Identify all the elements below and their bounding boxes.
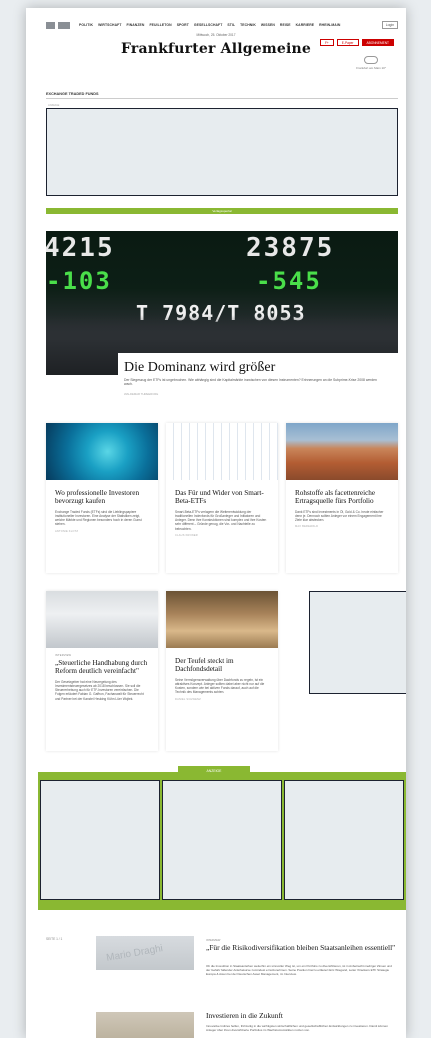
ad-label: ANZEIGE (48, 104, 60, 107)
date-line: Mittwoch, 25. Oktober 2017 (196, 33, 236, 37)
list-item-title[interactable]: Investieren in die Zukunft (206, 1011, 396, 1021)
nav-item-rhein-main[interactable]: RHEIN-MAIN (319, 23, 340, 27)
header-buttons: F+ E-Paper ABONNEMENT (319, 39, 394, 46)
card-author: MAX BEREWALD (295, 525, 319, 529)
nav-item-sport[interactable]: SPORT (177, 23, 189, 27)
nav-item-karriere[interactable]: KARRIERE (296, 23, 315, 27)
login-button[interactable]: Login (381, 21, 398, 29)
nav-item-gesellschaft[interactable]: GESELLSCHAFT (194, 23, 223, 27)
card-text: Seine Vermögensverwaltung über Dachfonds… (175, 677, 265, 695)
fplus-button[interactable]: F+ (319, 39, 334, 46)
card-author: ANTONIE KLOTZ (55, 529, 79, 533)
ad-slot[interactable] (284, 780, 404, 900)
section-title: EXCHANGE TRADED FUNDS (46, 92, 99, 96)
hero-teaser: Der Siegeszug der ETFs ist ungebrochen. … (124, 378, 377, 387)
list-item-title[interactable]: „Für die Risikodiversifikation bleiben S… (206, 943, 396, 953)
nav-item-finanzen[interactable]: FINANZEN (127, 23, 145, 27)
hero-author: WALDEMAR THREERCRE (124, 392, 159, 396)
nav-item-technik[interactable]: TECHNIK (240, 23, 256, 27)
ad-strip-label: ANZEIGE (178, 766, 250, 776)
article-card[interactable]: Das Für und Wider von Smart-Beta-ETFs Sm… (166, 423, 278, 573)
globe-image (46, 423, 158, 480)
article-card[interactable]: Der Teufel steckt im Dachfondsdetail Sei… (166, 591, 278, 751)
ticker-number: 4215 (46, 233, 115, 263)
nav-item-politik[interactable]: POLITIK (79, 23, 93, 27)
nav-item-wissen[interactable]: WISSEN (261, 23, 275, 27)
card-title[interactable]: „Steuerliche Handhabung durch Reform deu… (55, 659, 149, 676)
subscribe-button[interactable]: ABONNEMENT (361, 39, 394, 46)
card-text: Smart-Beta-ETFs verlagern die Weiterentw… (175, 509, 267, 531)
office-image (46, 591, 158, 648)
card-title[interactable]: Wo professionelle Investoren bevorzugt k… (55, 489, 149, 506)
card-title[interactable]: Rohstoffe als facettenreiche Ertragsquel… (295, 489, 389, 506)
list-item-text: Innovative Indizes helfen, frühzeitig in… (206, 1024, 388, 1033)
money-image (166, 591, 278, 648)
epaper-button[interactable]: E-Paper (336, 39, 359, 46)
nav-item-feuilleton[interactable]: FEUILLETON (149, 23, 171, 27)
mine-image (286, 423, 398, 480)
article-card[interactable]: Wo professionelle Investoren bevorzugt k… (46, 423, 158, 573)
draghi-thumbnail[interactable]: Mario Draghi (96, 936, 194, 970)
nav-item-stil[interactable]: STIL (227, 23, 235, 27)
ad-slot[interactable] (162, 780, 282, 900)
people-thumbnail[interactable] (96, 1012, 194, 1038)
list-item-text: Ob die Investition in Staatsanleihen wei… (206, 964, 392, 977)
article-card[interactable]: INTERVIEW „Steuerliche Handhabung durch … (46, 591, 158, 751)
pager[interactable]: SEITE 1 / 1 (46, 937, 62, 941)
ad-slot[interactable] (40, 780, 160, 900)
menu-icon[interactable] (46, 21, 55, 29)
ticker-number: -545 (256, 267, 322, 295)
divider (46, 98, 398, 99)
list-item-tag: INTERVIEW (206, 939, 221, 942)
card-text: Exchange Traded Funds (ETFs) sind die Li… (55, 509, 142, 527)
card-text: Dank ETFs sind Investments in Öl, Gold &… (295, 509, 384, 523)
nav-item-reise[interactable]: REISE (280, 23, 291, 27)
ad-banner[interactable] (46, 108, 398, 196)
top-nav: POLITIK WIRTSCHAFT FINANZEN FEUILLETON S… (46, 21, 398, 29)
card-title[interactable]: Das Für und Wider von Smart-Beta-ETFs (175, 489, 269, 506)
weather-widget: Frankfurt am Main 10° (356, 56, 386, 70)
cloud-icon (364, 56, 379, 64)
card-tag: INTERVIEW (55, 654, 72, 657)
chart-image (166, 423, 278, 480)
ticker-number: -103 (46, 267, 112, 295)
nav-items: POLITIK WIRTSCHAFT FINANZEN FEUILLETON S… (79, 23, 340, 27)
card-title[interactable]: Der Teufel steckt im Dachfondsdetail (175, 657, 269, 674)
card-author: DANIEL SCHWENZ (175, 697, 201, 701)
search-icon[interactable] (58, 21, 70, 29)
nav-item-wirtschaft[interactable]: WIRTSCHAFT (98, 23, 121, 27)
ticker-number: 23875 (246, 233, 335, 263)
card-text: Der Gesetzgeber hat eine Neuregelung des… (55, 679, 144, 701)
ad-square[interactable] (309, 591, 406, 694)
hero-title[interactable]: Die Dominanz wird größer (124, 360, 275, 376)
thumbnail-text: Mario Draghi (105, 943, 164, 964)
page: POLITIK WIRTSCHAFT FINANZEN FEUILLETON S… (26, 8, 406, 1038)
sponsor-bar[interactable]: Verlagsspezial (46, 208, 398, 214)
article-card[interactable]: Rohstoffe als facettenreiche Ertragsquel… (286, 423, 398, 573)
weather-text: Frankfurt am Main 10° (356, 66, 386, 70)
card-author: CLAUS KRONER (175, 533, 198, 537)
